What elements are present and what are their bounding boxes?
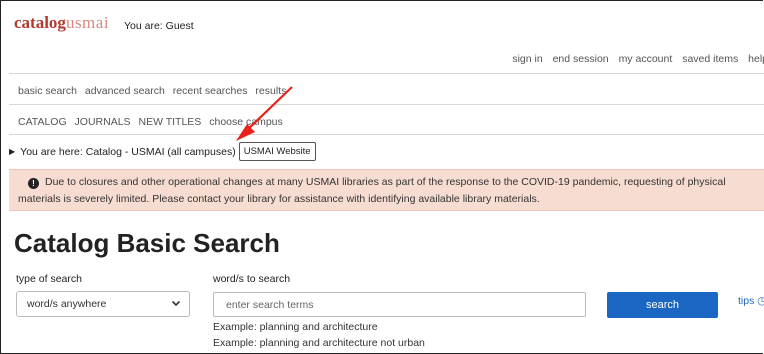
search-type-select[interactable]: word/s anywhere (16, 291, 190, 317)
breadcrumb-text: You are here: Catalog - USMAI (all campu… (20, 145, 236, 158)
catalog-usmai-logo[interactable]: catalogusmai (14, 13, 109, 33)
sign-in-link[interactable]: sign in (512, 53, 542, 65)
alert-line-1: Due to closures and other operational ch… (45, 176, 726, 188)
search-example: Example: planning and architecture not u… (213, 337, 425, 349)
user-status: You are: Guest (124, 20, 194, 32)
help-link[interactable]: help (748, 53, 764, 65)
words-to-search-label: word/s to search (213, 273, 291, 285)
divider (9, 134, 764, 135)
search-button[interactable]: search (607, 292, 718, 318)
catalog-nav: CATALOG JOURNALS NEW TITLES choose campu… (18, 116, 288, 128)
basic-search-link[interactable]: basic search (18, 85, 77, 97)
clock-icon: ◷ (757, 295, 764, 307)
saved-items-link[interactable]: saved items (682, 53, 738, 65)
chevron-down-icon (171, 300, 181, 307)
results-link[interactable]: results (255, 85, 286, 97)
tips-link[interactable]: tips ◷ (738, 295, 764, 307)
journals-tab[interactable]: JOURNALS (75, 116, 131, 128)
alert-line-2: materials is severely limited. Please co… (18, 193, 540, 205)
breadcrumb: ▶ You are here: Catalog - USMAI (all cam… (9, 142, 316, 161)
catalog-tab[interactable]: CATALOG (18, 116, 67, 128)
info-icon: ! (28, 178, 39, 189)
search-type-value: word/s anywhere (27, 298, 107, 310)
caret-right-icon[interactable]: ▶ (9, 147, 15, 156)
divider (9, 104, 764, 105)
end-session-link[interactable]: end session (553, 53, 609, 65)
search-example: Example: planning and architecture (213, 321, 378, 333)
new-titles-tab[interactable]: NEW TITLES (138, 116, 201, 128)
search-nav: basic search advanced search recent sear… (18, 85, 291, 97)
covid-alert: ! Due to closures and other operational c… (9, 169, 764, 211)
top-nav: sign in end session my account saved ite… (505, 53, 764, 65)
usmai-website-button[interactable]: USMAI Website (238, 142, 316, 161)
search-input[interactable]: enter search terms (213, 292, 586, 317)
recent-searches-link[interactable]: recent searches (173, 85, 248, 97)
type-of-search-label: type of search (16, 273, 82, 285)
page-title: Catalog Basic Search (14, 228, 280, 258)
choose-campus-link[interactable]: choose campus (209, 116, 283, 128)
divider (9, 73, 764, 74)
my-account-link[interactable]: my account (619, 53, 673, 65)
advanced-search-link[interactable]: advanced search (85, 85, 165, 97)
